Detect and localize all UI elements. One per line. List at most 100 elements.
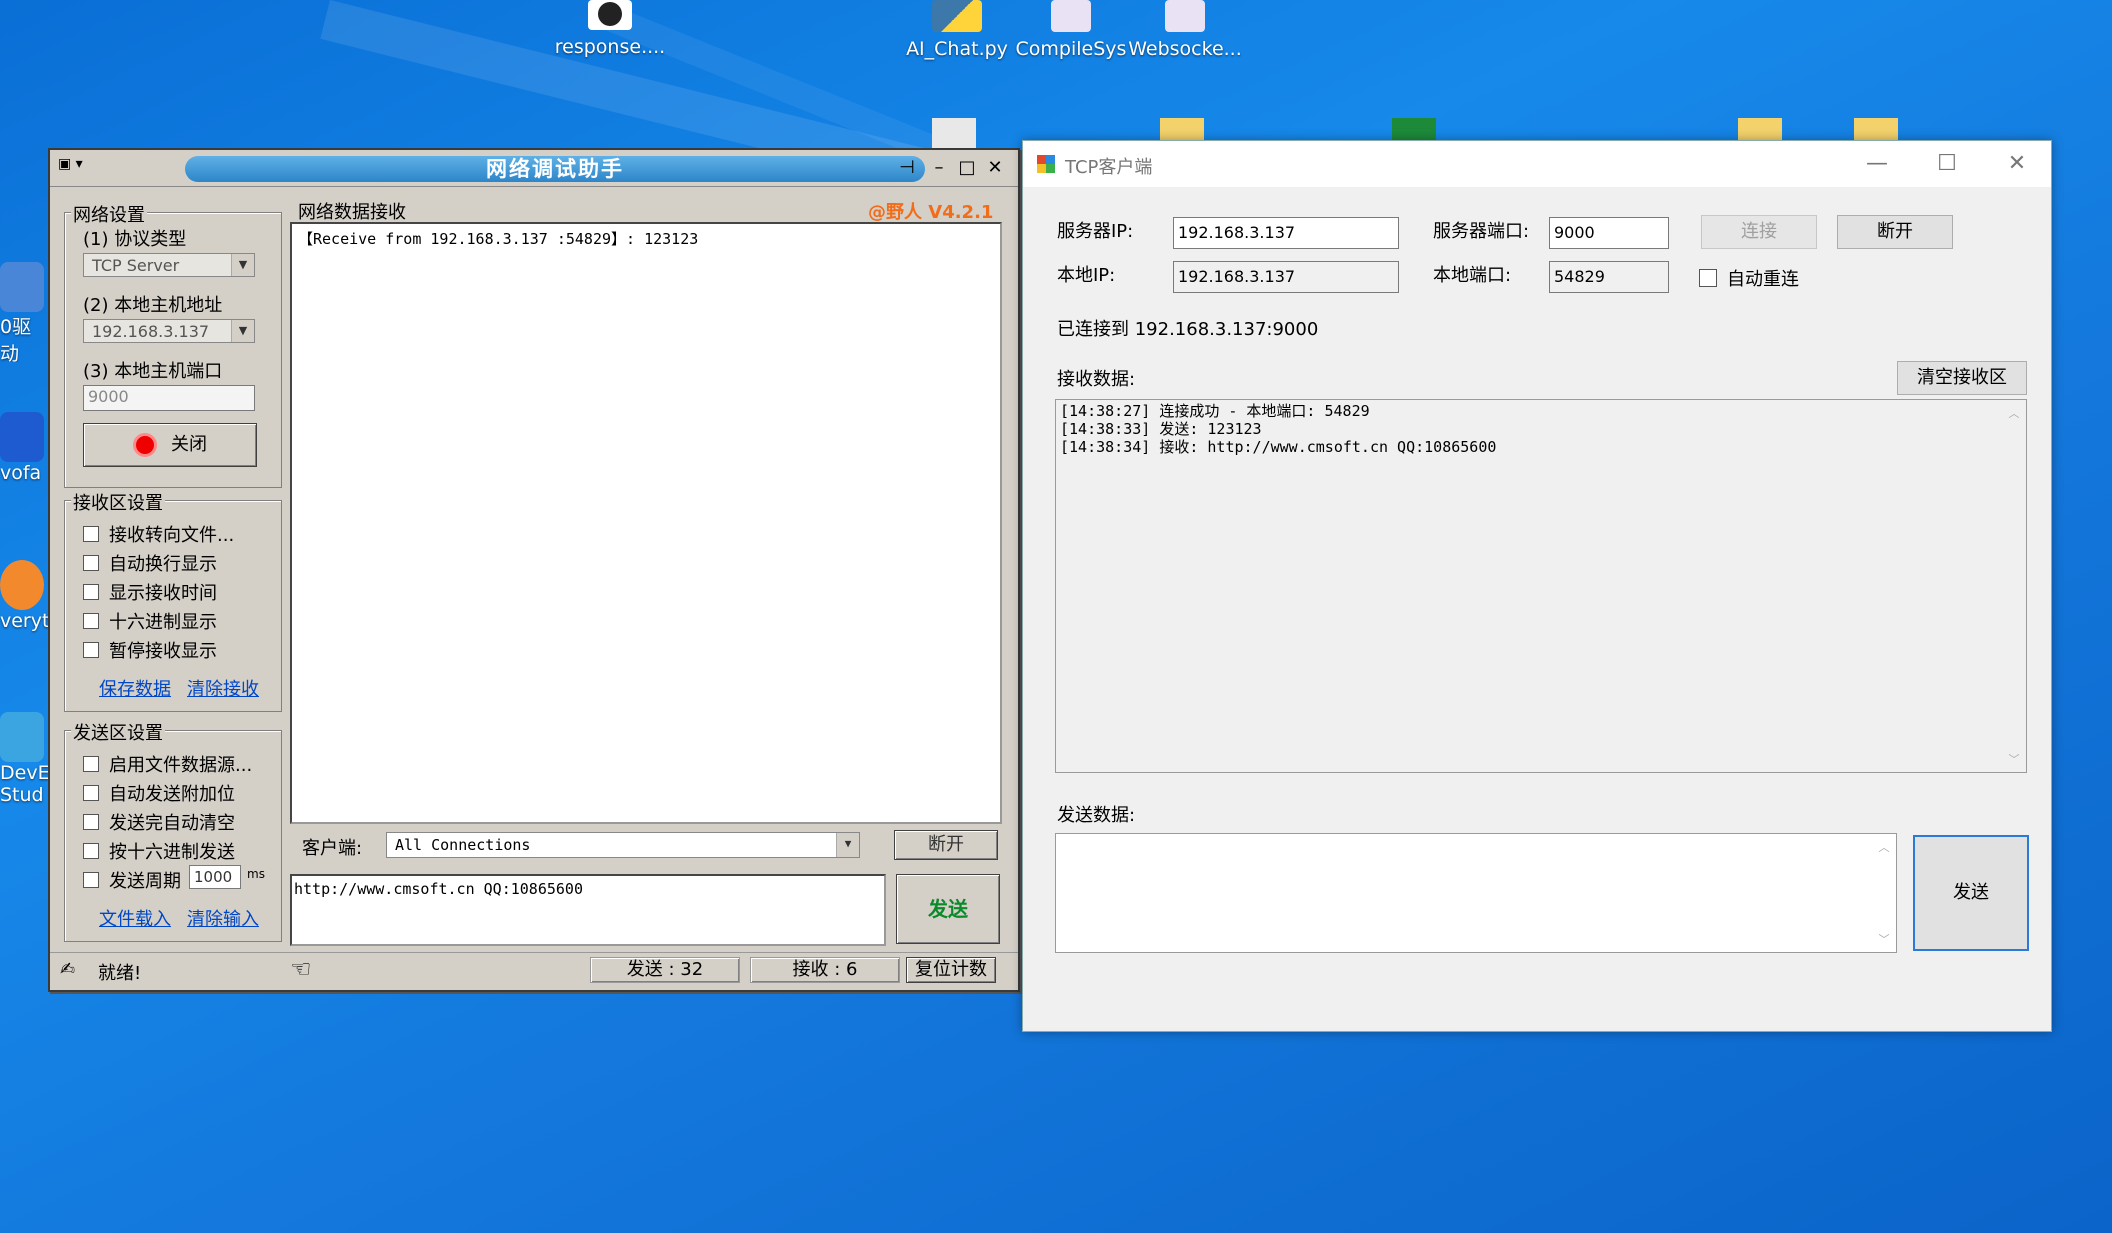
local-ip-input[interactable]: 192.168.3.137: [1173, 261, 1399, 293]
clear-input-link[interactable]: 清除输入: [187, 905, 259, 931]
close-icon[interactable]: ✕: [984, 157, 1006, 179]
checkbox[interactable]: [83, 814, 99, 830]
log-line: [14:38:33] 发送: 123123: [1060, 420, 1262, 438]
maximize-icon[interactable]: □: [956, 157, 978, 179]
server-port-input[interactable]: 9000: [1549, 217, 1669, 249]
recv-option-to-file[interactable]: 接收转向文件...: [83, 521, 234, 547]
minimize-icon[interactable]: –: [928, 157, 950, 179]
send-scrollbar[interactable]: ︿ ﹀: [1873, 835, 1895, 951]
checkbox[interactable]: [83, 756, 99, 772]
recv-scrollbar[interactable]: ︿ ﹀: [2003, 401, 2025, 771]
option-label: 发送完自动清空: [109, 813, 235, 834]
auto-reconnect-checkbox[interactable]: 自动重连: [1699, 265, 1799, 291]
auto-reconnect-label: 自动重连: [1727, 269, 1799, 290]
scroll-down-icon[interactable]: ﹀: [2003, 751, 2025, 767]
desktop-icon-label: veryth: [0, 610, 48, 632]
scroll-down-icon[interactable]: ﹀: [1873, 931, 1895, 947]
send-button[interactable]: 发送: [896, 874, 1000, 944]
checkbox[interactable]: [83, 785, 99, 801]
recv-option-wrap[interactable]: 自动换行显示: [83, 550, 217, 576]
chevron-down-icon[interactable]: ▼: [231, 254, 254, 276]
scroll-up-icon[interactable]: ︿: [2003, 405, 2025, 421]
desktop-icon-label: response....: [554, 36, 666, 58]
system-menu-icon[interactable]: ▣ ▾: [58, 156, 102, 178]
checkbox[interactable]: [83, 613, 99, 629]
close-connection-button[interactable]: 关闭: [83, 423, 257, 467]
load-file-link[interactable]: 文件载入: [99, 905, 171, 931]
client-select[interactable]: All Connections ▼: [386, 832, 860, 858]
close-button-label: 关闭: [171, 434, 207, 455]
status-bar: ✍ 就绪! ☜ 发送 : 32 接收 : 6 复位计数: [50, 952, 1018, 987]
port-input[interactable]: 9000: [83, 385, 255, 411]
tcp-titlebar[interactable]: TCP客户端 — ☐ ✕: [1023, 141, 2051, 187]
connect-button[interactable]: 连接: [1701, 215, 1817, 249]
chevron-down-icon[interactable]: ▼: [836, 833, 859, 857]
disconnect-button[interactable]: 断开: [894, 830, 998, 860]
send-option-autoclear[interactable]: 发送完自动清空: [83, 809, 235, 835]
send-period-input[interactable]: 1000: [189, 865, 241, 889]
checkbox[interactable]: [83, 584, 99, 600]
net-settings-group: 网络设置 (1) 协议类型 TCP Server ▼ (2) 本地主机地址 192…: [64, 201, 282, 488]
option-label: 自动换行显示: [109, 554, 217, 575]
send-option-period[interactable]: 发送周期: [83, 867, 181, 893]
send-option-file[interactable]: 启用文件数据源...: [83, 751, 252, 777]
reset-count-button[interactable]: 复位计数: [906, 957, 996, 983]
log-line: [14:38:27] 连接成功 - 本地端口: 54829: [1060, 402, 1370, 420]
send-option-append[interactable]: 自动发送附加位: [83, 780, 235, 806]
checkbox[interactable]: [83, 642, 99, 658]
server-ip-input[interactable]: 192.168.3.137: [1173, 217, 1399, 249]
desktop-icon-ai-chat[interactable]: AI_Chat.py: [892, 0, 1022, 60]
desktop-icon-driver[interactable]: 0驱动: [0, 262, 48, 362]
send-textarea[interactable]: http://www.cmsoft.cn QQ:10865600: [290, 874, 886, 946]
desktop-icon-websocket[interactable]: Websocke...: [1120, 0, 1250, 60]
recv-textarea[interactable]: 【Receive from 192.168.3.137 :54829】: 123…: [290, 222, 1002, 824]
desktop-icon-deveco[interactable]: DevE Stud: [0, 712, 48, 832]
desktop-icon-label: DevE: [0, 762, 48, 784]
status-text: 就绪!: [98, 963, 142, 984]
option-label: 十六进制显示: [109, 612, 217, 633]
checkbox[interactable]: [83, 526, 99, 542]
clear-recv-button[interactable]: 清空接收区: [1897, 361, 2027, 395]
option-label: 按十六进制发送: [109, 842, 235, 863]
folder-icon: [1854, 118, 1898, 142]
recv-option-hex[interactable]: 十六进制显示: [83, 608, 217, 634]
desktop-icon-label: vofa: [0, 462, 42, 484]
visual-studio-icon: [1165, 0, 1205, 32]
close-icon[interactable]: ✕: [1987, 149, 2047, 179]
send-option-hex[interactable]: 按十六进制发送: [83, 838, 235, 864]
save-data-link[interactable]: 保存数据: [99, 675, 171, 701]
version-label: @野人 V4.2.1: [868, 202, 994, 223]
minimize-icon[interactable]: —: [1847, 149, 1907, 179]
netassist-titlebar[interactable]: ▣ ▾ 网络调试助手 ⊣ – □ ✕: [50, 150, 1018, 187]
desktop-icon-everything[interactable]: veryth: [0, 560, 48, 660]
checkbox[interactable]: [1699, 269, 1717, 287]
local-port-input[interactable]: 54829: [1549, 261, 1669, 293]
folder-icon: [1160, 118, 1204, 142]
send-settings-group: 发送区设置 启用文件数据源... 自动发送附加位 发送完自动清空 按十六进制发送…: [64, 719, 282, 942]
protocol-select[interactable]: TCP Server ▼: [83, 253, 255, 277]
vofa-app-icon: [0, 412, 44, 462]
checkbox[interactable]: [83, 843, 99, 859]
recv-log-textarea[interactable]: [14:38:27] 连接成功 - 本地端口: 54829 [14:38:33]…: [1055, 399, 2027, 773]
send-textarea[interactable]: ︿ ﹀: [1055, 833, 1897, 953]
host-select[interactable]: 192.168.3.137 ▼: [83, 319, 255, 343]
recv-option-time[interactable]: 显示接收时间: [83, 579, 217, 605]
send-button[interactable]: 发送: [1913, 835, 2029, 951]
search-app-icon: [0, 560, 44, 610]
desktop-icon-response[interactable]: response....: [545, 0, 675, 58]
clear-recv-link[interactable]: 清除接收: [187, 675, 259, 701]
desktop-icon-compilesys[interactable]: CompileSys: [1006, 0, 1136, 60]
maximize-icon[interactable]: ☐: [1917, 149, 1977, 179]
chevron-down-icon[interactable]: ▼: [231, 320, 254, 342]
checkbox[interactable]: [83, 555, 99, 571]
disconnect-button[interactable]: 断开: [1837, 215, 1953, 249]
python-file-icon: [932, 0, 982, 32]
pin-icon[interactable]: ⊣: [896, 157, 918, 179]
scroll-up-icon[interactable]: ︿: [1873, 839, 1895, 855]
server-ip-label: 服务器IP:: [1057, 221, 1134, 242]
desktop-icon-vofa[interactable]: vofa: [0, 412, 48, 512]
recv-option-pause[interactable]: 暂停接收显示: [83, 637, 217, 663]
checkbox[interactable]: [83, 872, 99, 888]
option-label: 启用文件数据源...: [109, 755, 253, 776]
local-ip-label: 本地IP:: [1057, 265, 1116, 286]
